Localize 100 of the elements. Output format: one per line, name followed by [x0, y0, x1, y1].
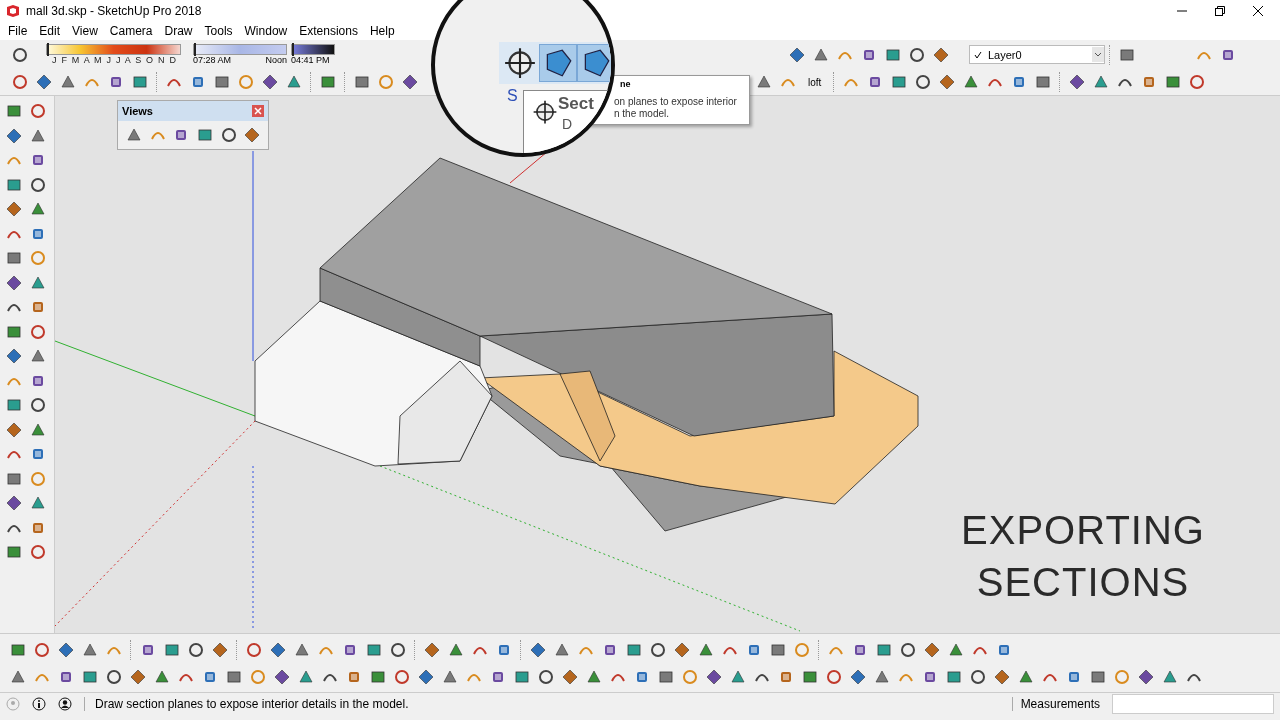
toolbar-icon[interactable]	[826, 668, 842, 685]
toolbar-icon[interactable]	[196, 127, 213, 143]
toolbar-icon[interactable]	[212, 641, 228, 658]
close-icon[interactable]	[1252, 4, 1264, 17]
toolbar-icon[interactable]	[220, 127, 237, 143]
toolbar-icon[interactable]	[164, 641, 180, 658]
toolbar-icon[interactable]	[6, 250, 22, 266]
toolbar-icon[interactable]	[274, 668, 290, 685]
toolbar-icon[interactable]	[789, 46, 805, 63]
toolbar-icon[interactable]	[214, 74, 230, 90]
toolbar-icon[interactable]	[6, 348, 22, 364]
menu-item[interactable]: Edit	[33, 23, 67, 38]
toolbar-icon[interactable]	[30, 348, 46, 364]
toolbar-icon[interactable]	[514, 668, 530, 685]
toolbar-icon[interactable]	[530, 641, 546, 658]
toolbar-icon[interactable]	[34, 641, 50, 658]
toolbar-icon[interactable]	[60, 74, 76, 90]
menu-item[interactable]: View	[66, 23, 104, 38]
toolbar-icon[interactable]	[58, 641, 74, 658]
toolbar-icon[interactable]	[874, 668, 890, 685]
toolbar-icon[interactable]	[320, 74, 336, 90]
toolbar-icon[interactable]	[6, 176, 22, 193]
toolbar-icon[interactable]	[586, 668, 602, 685]
toolbar-icon[interactable]	[885, 46, 901, 63]
toolbar-icon[interactable]	[933, 46, 949, 63]
toolbar-icon[interactable]	[946, 668, 962, 685]
toolbar-icon[interactable]	[246, 641, 262, 658]
toolbar-icon[interactable]	[154, 668, 170, 685]
toolbar-icon[interactable]	[770, 641, 786, 658]
toolbar-icon[interactable]	[442, 668, 458, 685]
toolbar-icon[interactable]	[130, 668, 146, 685]
toolbar-icon[interactable]	[30, 421, 46, 438]
info-icon[interactable]	[32, 697, 46, 711]
toolbar-icon[interactable]	[1090, 668, 1106, 685]
toolbar-icon[interactable]	[698, 641, 714, 658]
toolbar-icon[interactable]	[418, 668, 434, 685]
toolbar-icon[interactable]	[650, 641, 666, 658]
toolbar-icon[interactable]	[1035, 74, 1052, 90]
menu-item[interactable]: Camera	[103, 23, 159, 38]
toolbar-icon[interactable]	[6, 495, 22, 511]
toolbar-icon[interactable]	[6, 103, 22, 119]
toolbar-icon[interactable]	[402, 74, 418, 90]
section-tool-button[interactable]	[577, 44, 611, 82]
toolbar-icon[interactable]	[1189, 74, 1206, 90]
toolbar-icon[interactable]	[30, 397, 46, 413]
toolbar-icon[interactable]	[900, 641, 916, 658]
toolbar-icon[interactable]	[1162, 668, 1178, 685]
toolbar-icon[interactable]	[730, 668, 746, 685]
toolbar-icon[interactable]	[244, 127, 261, 143]
toolbar-icon[interactable]	[370, 668, 386, 685]
toolbar-icon[interactable]	[30, 323, 46, 340]
toolbar-icon[interactable]	[12, 74, 28, 90]
toolbar-icon[interactable]	[756, 74, 772, 90]
toolbar-icon[interactable]	[270, 641, 286, 658]
toolbar-icon[interactable]	[802, 668, 818, 685]
toolbar-icon[interactable]	[448, 641, 464, 658]
menu-item[interactable]: Window	[238, 23, 294, 38]
toolbar-icon[interactable]	[125, 127, 142, 143]
toolbar-icon[interactable]	[6, 274, 22, 291]
menu-item[interactable]: Draw	[158, 23, 199, 38]
toolbar-icon[interactable]	[390, 641, 406, 658]
toolbar-icon[interactable]	[6, 397, 22, 413]
toolbar-icon[interactable]	[1119, 46, 1135, 63]
toolbar-icon[interactable]	[30, 274, 46, 291]
toolbar-icon[interactable]	[658, 668, 674, 685]
toolbar-icon[interactable]	[366, 641, 382, 658]
menu-item[interactable]: Extensions	[293, 23, 364, 38]
toolbar-icon[interactable]	[939, 74, 956, 90]
toolbar-icon[interactable]	[30, 176, 46, 193]
toolbar-icon[interactable]	[30, 201, 46, 217]
toolbar-icon[interactable]	[30, 495, 46, 511]
toolbar-icon[interactable]	[948, 641, 964, 658]
toolbar-icon[interactable]	[82, 641, 98, 658]
toolbar-icon[interactable]	[30, 152, 46, 168]
toolbar-icon[interactable]	[6, 421, 22, 438]
toolbar-icon[interactable]	[6, 323, 22, 340]
toolbar-icon[interactable]	[294, 641, 310, 658]
toolbar-icon[interactable]	[909, 46, 925, 63]
toolbar-icon[interactable]	[562, 668, 578, 685]
toolbar-icon[interactable]	[30, 299, 46, 315]
toolbar-icon[interactable]	[394, 668, 410, 685]
toolbar-icon[interactable]	[6, 470, 22, 487]
toolbar-icon[interactable]	[554, 641, 570, 658]
toolbar-icon[interactable]	[1018, 668, 1034, 685]
toolbar-icon[interactable]	[850, 668, 866, 685]
toolbar-icon[interactable]	[876, 641, 892, 658]
toolbar-icon[interactable]	[132, 74, 148, 90]
toolbar-icon[interactable]	[1165, 74, 1182, 90]
toolbar-icon[interactable]	[706, 668, 722, 685]
section-tool-button[interactable]	[539, 44, 577, 82]
toolbar-icon[interactable]	[538, 668, 554, 685]
toolbar-icon[interactable]	[924, 641, 940, 658]
toolbar-icon[interactable]	[30, 127, 46, 144]
toolbar-icon[interactable]	[674, 641, 690, 658]
measurements-field[interactable]	[1112, 694, 1274, 714]
toolbar-icon[interactable]	[6, 127, 22, 144]
menu-item[interactable]: File	[2, 23, 34, 38]
toolbar-icon[interactable]	[1093, 74, 1110, 90]
toolbar-icon[interactable]	[30, 446, 46, 462]
toolbar-icon[interactable]	[10, 641, 26, 658]
